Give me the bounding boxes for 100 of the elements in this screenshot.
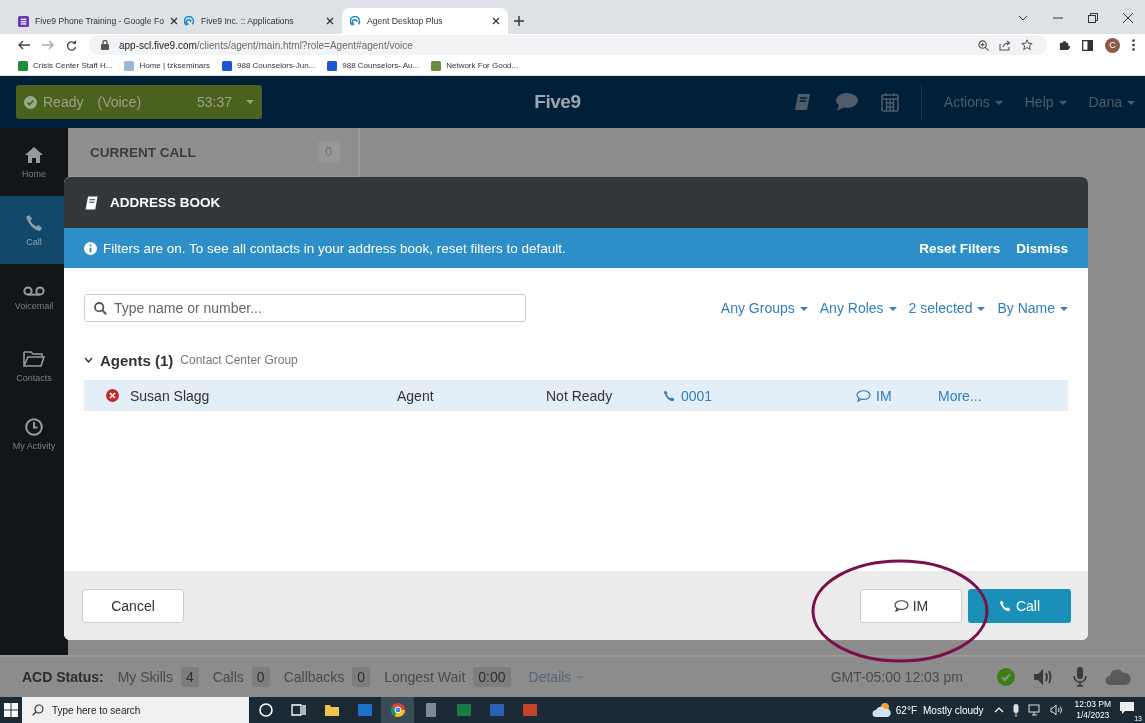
bookmark-icon bbox=[124, 60, 135, 71]
contact-status: Not Ready bbox=[546, 387, 614, 404]
banner-link[interactable]: Dismiss bbox=[1016, 240, 1068, 256]
book-icon bbox=[84, 194, 100, 211]
group-name: Agents (1) bbox=[100, 351, 174, 369]
microphone-icon[interactable] bbox=[1011, 703, 1020, 717]
bookmark[interactable]: Network For Good... bbox=[431, 60, 519, 71]
call-button[interactable]: Call bbox=[968, 588, 1071, 623]
tab-title: Five9 Inc. :: Applications bbox=[201, 16, 295, 26]
logo-icon bbox=[184, 15, 195, 27]
sidebar-item[interactable]: Voicemail bbox=[0, 264, 68, 332]
windows-icon[interactable] bbox=[4, 703, 18, 717]
new-tab-icon[interactable] bbox=[514, 16, 524, 26]
bookmark-icon bbox=[18, 60, 28, 71]
phone-link[interactable]: 0001 bbox=[663, 387, 856, 404]
bookmark-icon bbox=[431, 60, 442, 71]
bookmark[interactable]: Home | tzkseminars bbox=[124, 60, 210, 71]
phone-icon bbox=[663, 389, 675, 402]
filter-dropdown[interactable]: Any Roles bbox=[819, 300, 897, 316]
stat-label: Calls bbox=[212, 669, 244, 685]
im-link[interactable]: IM bbox=[856, 387, 938, 404]
reload-icon[interactable] bbox=[66, 39, 77, 51]
home-icon bbox=[24, 145, 44, 164]
cancel-button[interactable]: Cancel bbox=[82, 588, 184, 623]
volume-icon[interactable] bbox=[1049, 704, 1063, 716]
back-icon[interactable] bbox=[18, 40, 30, 50]
chat-icon bbox=[856, 389, 871, 402]
browser-icon[interactable] bbox=[381, 697, 414, 723]
bookmark[interactable]: 988 Counselors- Au... bbox=[327, 60, 420, 71]
cloud-icon bbox=[1105, 668, 1131, 686]
more-icon[interactable] bbox=[1132, 39, 1135, 51]
browser-tab[interactable]: Agent Desktop Plus bbox=[342, 8, 508, 34]
logo-icon bbox=[350, 15, 361, 27]
weather-icon bbox=[871, 702, 892, 718]
bookmark[interactable]: Crisis Center Staff H... bbox=[18, 60, 113, 71]
close-icon[interactable] bbox=[326, 17, 334, 25]
tab-title: Five9 Phone Training - Google Fo bbox=[35, 16, 164, 26]
more-link[interactable]: More... bbox=[938, 387, 982, 404]
filter-dropdown[interactable]: Any Groups bbox=[720, 300, 808, 316]
browser-tab[interactable]: Five9 Inc. :: Applications bbox=[176, 8, 342, 34]
banner-link[interactable]: Reset Filters bbox=[919, 240, 1001, 256]
form-icon bbox=[18, 15, 29, 27]
status-dropdown[interactable]: Ready (Voice) 53:37 bbox=[16, 85, 262, 119]
share-icon[interactable] bbox=[999, 39, 1011, 51]
close-icon[interactable] bbox=[492, 17, 500, 25]
dialog-title: ADDRESS BOOK bbox=[110, 195, 221, 210]
contact-row[interactable]: Susan Slagg Agent Not Ready 0001 IM More... bbox=[84, 380, 1068, 411]
zoom-icon[interactable] bbox=[978, 39, 989, 51]
contact-name: Susan Slagg bbox=[130, 387, 211, 404]
filter-dropdown[interactable]: 2 selected bbox=[908, 300, 986, 316]
menu-dropdown[interactable]: Dana bbox=[1088, 94, 1135, 110]
im-button[interactable]: IM bbox=[860, 588, 962, 623]
group-header[interactable]: Agents (1) Contact Center Group bbox=[84, 350, 1068, 370]
logo: Five9 bbox=[534, 91, 581, 113]
folder-icon bbox=[23, 349, 45, 368]
side-panel-icon[interactable] bbox=[1082, 39, 1093, 51]
star-icon[interactable] bbox=[1021, 39, 1033, 51]
close-icon[interactable] bbox=[1123, 13, 1133, 23]
sidebar-item[interactable]: Home bbox=[0, 128, 68, 196]
menu-dropdown[interactable]: Help bbox=[1024, 94, 1067, 110]
time-text: GMT-05:00 12:03 pm bbox=[830, 669, 963, 685]
tab-title: Agent Desktop Plus bbox=[367, 16, 444, 26]
search-field[interactable]: Type name or number... bbox=[84, 294, 526, 322]
profile-avatar[interactable]: C bbox=[1105, 37, 1120, 53]
search-icon bbox=[94, 302, 107, 315]
weather-temp: 62°F bbox=[895, 704, 918, 716]
chevron-icon bbox=[84, 357, 93, 363]
banner-text: Filters are on. To see all contacts in your address book, reset filters to default. bbox=[103, 240, 566, 256]
puzzle-icon[interactable] bbox=[1059, 39, 1070, 51]
clock-icon bbox=[25, 417, 43, 436]
unavailable-icon bbox=[106, 389, 119, 402]
filter-dropdown[interactable]: By Name bbox=[997, 300, 1068, 316]
restore-icon[interactable] bbox=[1088, 13, 1098, 23]
panel-title: CURRENT CALL bbox=[90, 144, 197, 160]
search-icon bbox=[32, 704, 44, 716]
check-circle-icon bbox=[24, 95, 37, 109]
stat-label: Longest Wait bbox=[384, 669, 466, 685]
sidebar-item[interactable]: Contacts bbox=[0, 332, 68, 400]
bookmark[interactable]: 988 Counselors-Jun... bbox=[222, 60, 316, 71]
contact-role: Agent bbox=[397, 387, 435, 404]
stat-value: 4 bbox=[180, 667, 199, 687]
close-icon[interactable] bbox=[170, 17, 178, 25]
stat-label: My Skills bbox=[117, 669, 173, 685]
chevron-icon[interactable] bbox=[1018, 15, 1028, 21]
sidebar-item[interactable]: My Activity bbox=[0, 400, 68, 468]
menu-dropdown[interactable]: Actions bbox=[943, 94, 1003, 110]
group-subtitle: Contact Center Group bbox=[180, 353, 298, 367]
lock-icon bbox=[101, 40, 109, 50]
browser-tab[interactable]: Five9 Phone Training - Google Fo bbox=[10, 8, 176, 34]
check-circle-icon bbox=[997, 668, 1015, 686]
voicemail-icon bbox=[23, 285, 45, 296]
acd-status-label: ACD Status: bbox=[22, 669, 104, 685]
address-bar[interactable]: app-scl.five9.com/clients/agent/main.html?role=Agent#agent/voice bbox=[89, 35, 1047, 55]
bookmark-icon bbox=[222, 60, 232, 71]
network-icon[interactable] bbox=[1027, 704, 1042, 716]
url-text: app-scl.five9.com/clients/agent/main.html?role=Agent#agent/voice bbox=[119, 39, 413, 51]
stat-value: 0:00 bbox=[473, 667, 511, 687]
taskbar-search-field[interactable]: Type here to search bbox=[22, 697, 249, 723]
clock[interactable]: 12:03 PM 1/4/2023 bbox=[1074, 699, 1111, 721]
weather-text: Mostly cloudy bbox=[923, 704, 984, 716]
